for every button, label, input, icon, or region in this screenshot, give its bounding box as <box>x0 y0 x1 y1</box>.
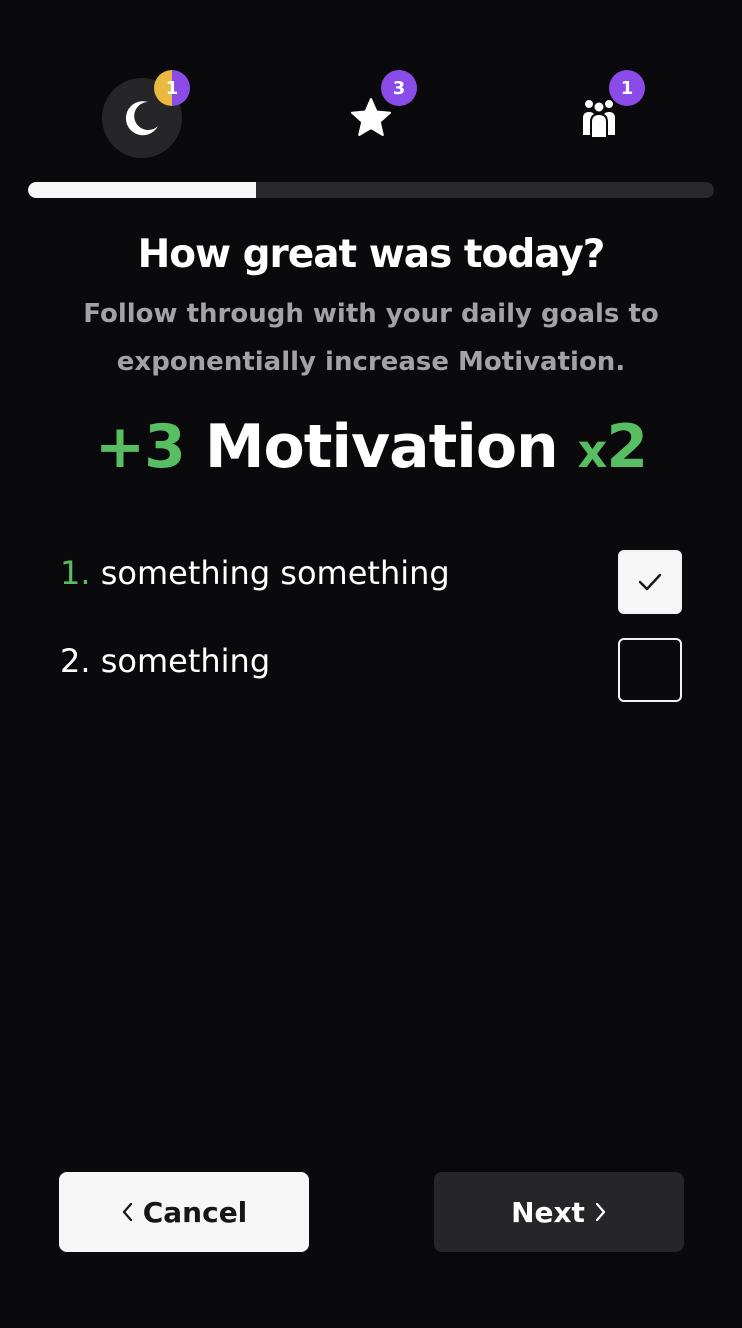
next-button[interactable]: Next <box>434 1172 684 1252</box>
goal-text: 2. something <box>60 642 270 680</box>
step-badge: 3 <box>381 70 417 106</box>
cancel-label: Cancel <box>142 1195 248 1229</box>
page-title: How great was today? <box>137 232 606 277</box>
goal-item: 2. something <box>60 638 682 702</box>
goal-number: 2. <box>60 642 91 680</box>
motivation-amount: +3 <box>94 412 186 482</box>
motivation-label: Motivation <box>204 412 559 482</box>
progress-fill <box>28 182 257 198</box>
step-star[interactable]: 3 <box>331 70 417 158</box>
checkmark-icon <box>638 573 662 591</box>
goal-text: 1. something something <box>60 554 450 592</box>
cancel-button[interactable]: Cancel <box>59 1172 309 1252</box>
screen: 1 3 1 How great was today? Follow throug… <box>0 0 742 1328</box>
next-label: Next <box>511 1195 585 1229</box>
motivation-summary: +3 Motivation x2 <box>0 412 742 482</box>
step-group[interactable]: 1 <box>559 70 645 158</box>
step-badge: 1 <box>154 70 190 106</box>
chevron-right-icon <box>595 1202 606 1222</box>
goal-item: 1. something something <box>60 550 682 614</box>
goal-label: something <box>100 642 271 680</box>
step-badge: 1 <box>609 70 645 106</box>
goal-number: 1. <box>60 554 91 592</box>
page-subtitle: Follow through with your daily goals to … <box>83 299 659 377</box>
moon-icon <box>125 101 158 136</box>
goal-checkbox[interactable] <box>618 638 682 702</box>
star-icon <box>351 98 391 136</box>
progress-bar <box>28 182 714 198</box>
chevron-left-icon <box>122 1202 132 1222</box>
step-moon[interactable]: 1 <box>102 70 190 158</box>
multiplier-value: 2 <box>606 412 648 482</box>
group-icon <box>581 98 617 139</box>
goal-checkbox[interactable] <box>618 550 682 614</box>
goal-label: something something <box>100 554 450 592</box>
multiplier-prefix: x <box>577 424 608 478</box>
motivation-multiplier: x2 <box>577 412 648 482</box>
